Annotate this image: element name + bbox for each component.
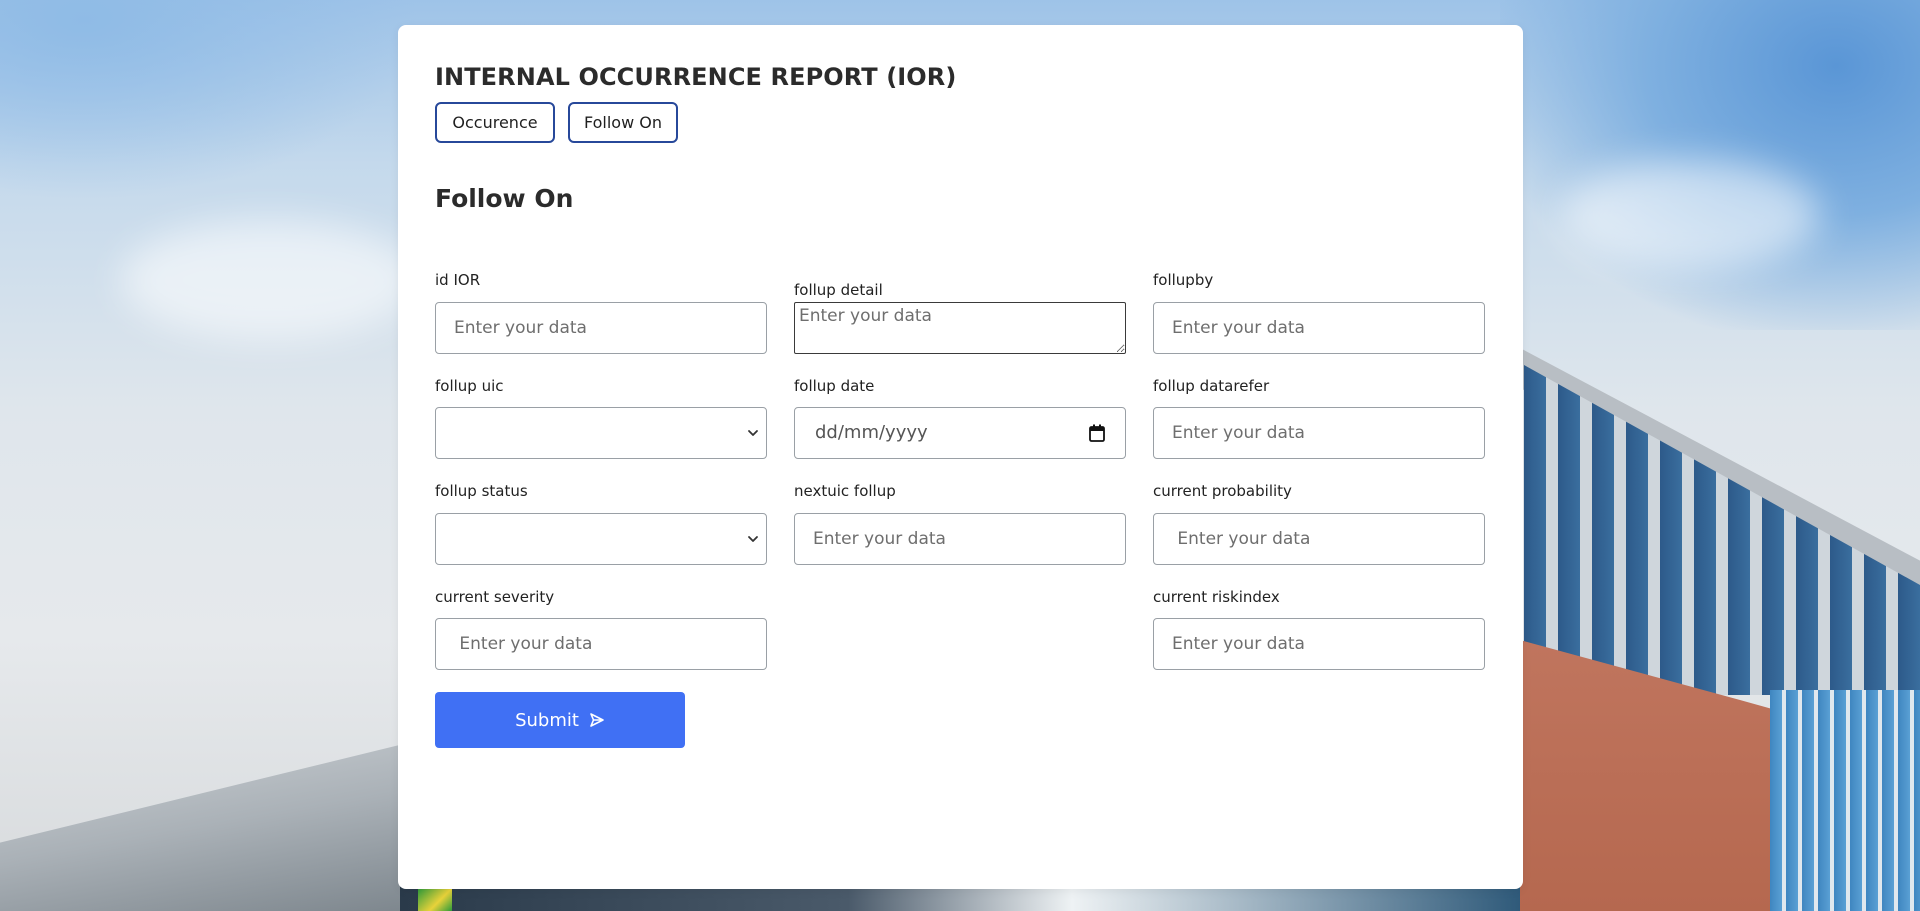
follup-detail-label: follup detail xyxy=(794,281,883,299)
follup-uic-label: follup uic xyxy=(435,377,504,395)
cloud xyxy=(1560,160,1820,270)
send-icon xyxy=(590,713,604,727)
follup-status-select[interactable] xyxy=(435,513,767,565)
id-ior-label: id IOR xyxy=(435,271,481,289)
date-placeholder: dd/mm/yyyy xyxy=(815,422,928,443)
current-probability-label: current probability xyxy=(1153,482,1292,500)
current-probability-input[interactable] xyxy=(1153,513,1485,565)
tab-occurence[interactable]: Occurence xyxy=(435,102,555,143)
follupby-input[interactable] xyxy=(1153,302,1485,354)
current-severity-label: current severity xyxy=(435,588,555,606)
section-title: Follow On xyxy=(435,184,574,213)
aircraft-tail xyxy=(418,888,452,911)
cloud xyxy=(120,220,420,340)
id-ior-input[interactable] xyxy=(435,302,767,354)
submit-button[interactable]: Submit xyxy=(435,692,685,748)
current-riskindex-label: current riskindex xyxy=(1153,588,1280,606)
chevron-down-icon xyxy=(748,536,758,542)
submit-label: Submit xyxy=(515,709,579,731)
nextuic-follup-label: nextuic follup xyxy=(794,482,896,500)
follupby-label: follupby xyxy=(1153,271,1214,289)
building-glass-lower xyxy=(1770,690,1920,911)
tab-follow-on[interactable]: Follow On xyxy=(568,102,678,143)
follup-uic-select[interactable] xyxy=(435,407,767,459)
follup-datarefer-label: follup datarefer xyxy=(1153,377,1270,395)
calendar-icon[interactable] xyxy=(1089,424,1105,442)
nextuic-follup-input[interactable] xyxy=(794,513,1126,565)
follup-datarefer-input[interactable] xyxy=(1153,407,1485,459)
terminal-canopy xyxy=(0,740,420,911)
follup-status-label: follup status xyxy=(435,482,528,500)
sky-left xyxy=(0,0,420,200)
follup-date-input[interactable]: dd/mm/yyyy xyxy=(794,407,1126,459)
current-severity-input[interactable] xyxy=(435,618,767,670)
follup-date-label: follup date xyxy=(794,377,875,395)
follup-detail-textarea[interactable] xyxy=(794,302,1126,354)
form-card: INTERNAL OCCURRENCE REPORT (IOR) Occuren… xyxy=(398,25,1523,889)
chevron-down-icon xyxy=(748,430,758,436)
page-title: INTERNAL OCCURRENCE REPORT (IOR) xyxy=(435,63,957,91)
current-riskindex-input[interactable] xyxy=(1153,618,1485,670)
